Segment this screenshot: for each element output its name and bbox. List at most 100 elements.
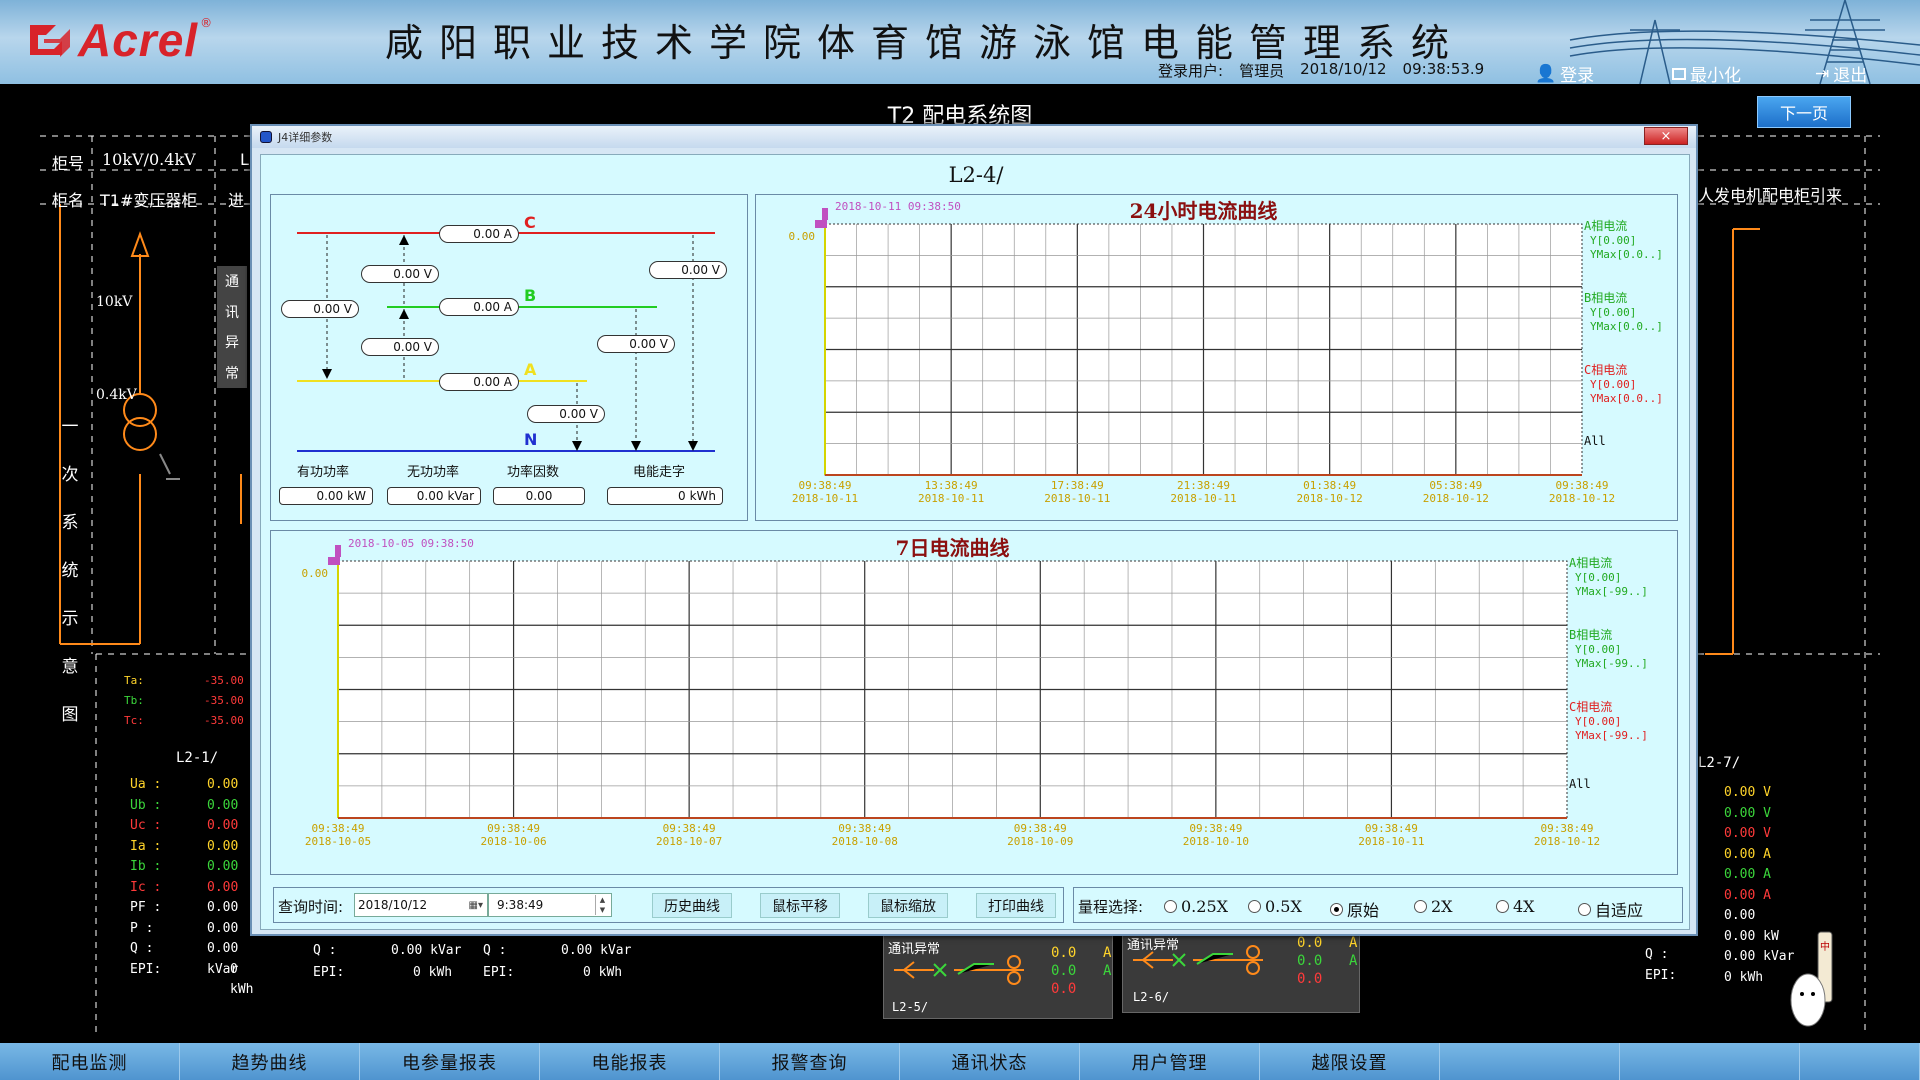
temp-label: Tc: [124, 714, 144, 727]
x-tick-date: 2018-10-11 [1358, 835, 1424, 848]
value-num: 0.00 [316, 489, 344, 503]
param-label: Q : [130, 941, 154, 956]
power-factor-value: 0.00 [493, 487, 585, 505]
legend-y: Y[0.00] [1590, 306, 1636, 319]
query-time-spinner[interactable]: 9:38:49 ▲ ▼ [488, 893, 612, 917]
chart-7d[interactable]: 7日电流曲线09:38:492018-10-0509:38:492018-10-… [271, 531, 1677, 874]
legend-ymax: YMax[0.0..] [1590, 248, 1663, 261]
legend-ymax: YMax[0.0..] [1590, 320, 1663, 333]
x-tick-time: 05:38:49 [1429, 479, 1482, 492]
minimize-button[interactable]: 最小化 [1672, 61, 1741, 84]
query-time-label: 查询时间: [278, 898, 344, 916]
chart-7d-panel[interactable]: 7日电流曲线 09:38:49 2018-10-05 09:38:49 2018-10-… [270, 530, 1678, 875]
radio-label: 自适应 [1595, 901, 1644, 920]
dialog-titlebar[interactable]: J4详细参数 [252, 126, 1696, 148]
feeder-l2-6-box[interactable]: 通讯异常 L2-6/ 0.0 A 0.0 A 0.0 [1122, 935, 1360, 1013]
ubc-value: 0.00 V [361, 265, 439, 283]
chart-24h-panel[interactable]: 24小时电流曲线 09:38:49 2018-10-11 13:38:49 2018-1… [755, 194, 1678, 521]
query-date-picker[interactable]: 2018/10/12 ▦▾ [354, 893, 488, 917]
range-option-0.5x[interactable]: 0.5X [1248, 897, 1302, 916]
exit-label: 退出 [1833, 66, 1868, 84]
x-tick-time: 17:38:49 [1051, 479, 1104, 492]
print-curve-button[interactable]: 打印曲线 [976, 893, 1056, 918]
comm-error-badge: 通 讯 异 常 [217, 266, 247, 388]
nav-power-monitoring[interactable]: 配电监测 [0, 1043, 180, 1080]
uab-value: 0.00 V [361, 338, 439, 356]
phase-diagram-panel: C B A N 0.00 A 0.00 A 0.00 A 0.00 V 0.00… [270, 194, 748, 521]
system-title: 咸阳职业技术学院体育馆游泳馆电能管理系统 [385, 21, 1466, 65]
legend-series-name: B相电流 [1569, 628, 1612, 642]
unit: A [1103, 945, 1112, 961]
exit-button[interactable]: ⇥ 退出 [1815, 61, 1868, 85]
nav-trend-curve[interactable]: 趋势曲线 [180, 1043, 360, 1080]
logo-registered: ® [200, 16, 213, 30]
range-option-original[interactable]: 原始 [1330, 897, 1379, 921]
side-char: 一 [61, 417, 79, 437]
legend-ymax: YMax[-99..] [1575, 729, 1648, 742]
param-value: 0.00 A [1724, 867, 1771, 882]
nav-comm-status[interactable]: 通讯状态 [900, 1043, 1080, 1080]
value-unit: kW [347, 489, 366, 503]
cursor-marker [328, 557, 340, 565]
x-tick-date: 2018-10-11 [1044, 492, 1110, 505]
x-tick-time: 09:38:49 [487, 822, 540, 835]
x-tick-date: 2018-10-06 [480, 835, 546, 848]
param-value: 0.00 [1724, 908, 1756, 923]
chart-24h[interactable]: 24小时电流曲线09:38:492018-10-1113:38:492018-1… [756, 195, 1677, 520]
nav-empty-slot[interactable] [1620, 1043, 1800, 1080]
login-user-label: 登录用户: [1158, 62, 1224, 80]
spinner-arrows-icon[interactable]: ▲ ▼ [595, 895, 609, 915]
uca-value: 0.00 V [281, 300, 359, 318]
cursor-marker [335, 545, 341, 557]
feeder-l2-1-params: Ua : 0.00 Ub : 0.00 Uc : 0.00 Ia : 0.00 Ib :… [130, 775, 253, 997]
radio-label: 0.25X [1181, 897, 1229, 916]
nav-alarm-query[interactable]: 报警查询 [720, 1043, 900, 1080]
legend-series-name: A相电流 [1569, 556, 1612, 570]
param-value: 0.00 A [1724, 887, 1771, 903]
nav-energy-report[interactable]: 电能报表 [540, 1043, 720, 1080]
param-value: 0 kWh [583, 965, 623, 980]
x-tick-date: 2018-10-09 [1007, 835, 1073, 848]
dialog-close-button[interactable]: × [1644, 127, 1688, 145]
range-option-adaptive[interactable]: 自适应 [1578, 897, 1643, 921]
legend-ymax: YMax[-99..] [1575, 657, 1648, 670]
x-tick-time: 09:38:49 [1014, 822, 1067, 835]
login-button[interactable]: 👤 登录 [1535, 61, 1594, 85]
radio-icon [1414, 900, 1427, 913]
range-option-0.25x[interactable]: 0.25X [1164, 897, 1228, 916]
legend-y: Y[0.00] [1575, 643, 1621, 656]
feeder-l2-5-box[interactable]: 通讯异常 L2-5/ 0.0 A 0.0 A 0.0 [883, 935, 1113, 1019]
side-char: 示 [61, 609, 79, 629]
radio-icon [1248, 900, 1261, 913]
l2-6-breaker-symbol [1133, 945, 1263, 975]
radio-label: 0.5X [1265, 897, 1302, 916]
ic-value: 0.00 A [439, 225, 519, 243]
param-value: 0.00 [207, 818, 239, 833]
range-option-4x[interactable]: 4X [1496, 897, 1535, 916]
mouse-zoom-button[interactable]: 鼠标缩放 [868, 893, 948, 918]
chart-title: 7日电流曲线 [896, 536, 1010, 560]
nav-parameter-report[interactable]: 电参量报表 [360, 1043, 540, 1080]
mouse-pan-button[interactable]: 鼠标平移 [760, 893, 840, 918]
param-label: Q : [483, 943, 507, 958]
nav-limit-settings[interactable]: 越限设置 [1260, 1043, 1440, 1080]
x-tick-time: 09:38:49 [1189, 822, 1242, 835]
query-toolbar: 查询时间: 2018/10/12 ▦▾ 9:38:49 ▲ ▼ 历史曲线 鼠标平移… [273, 887, 1064, 923]
history-curve-button[interactable]: 历史曲线 [652, 893, 732, 918]
nav-empty-slot[interactable] [1800, 1043, 1920, 1080]
mascot-icon[interactable]: 中 [1790, 930, 1834, 1030]
dialog-title: J4详细参数 [278, 131, 333, 144]
calendar-dropdown-icon[interactable]: ▦▾ [469, 900, 483, 911]
range-option-2x[interactable]: 2X [1414, 897, 1453, 916]
comm-error-char: 讯 [225, 304, 239, 321]
ib-value: 0.00 A [439, 298, 519, 316]
legend-y: Y[0.00] [1590, 378, 1636, 391]
legend-all: All [1569, 777, 1591, 791]
radio-icon [1164, 900, 1177, 913]
user-icon: 👤 [1535, 63, 1557, 84]
nav-empty-slot[interactable] [1440, 1043, 1620, 1080]
nav-user-management[interactable]: 用户管理 [1080, 1043, 1260, 1080]
legend-y: Y[0.00] [1575, 571, 1621, 584]
phase-b-label: B [524, 286, 537, 305]
cabinet-no-value: 10kV/0.4kV [102, 150, 196, 169]
